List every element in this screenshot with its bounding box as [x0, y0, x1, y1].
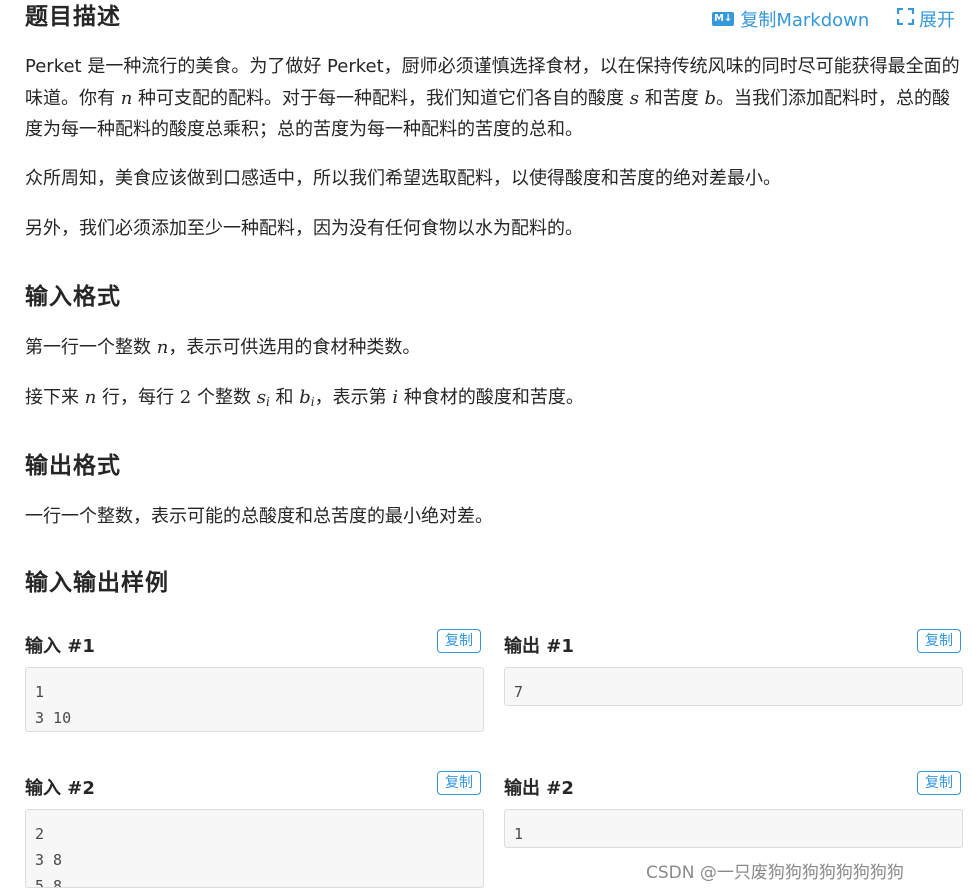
description-paragraph-2: 众所周知，美食应该做到口感适中，所以我们希望选取配料，以使得酸度和苦度的绝对差最… — [25, 168, 781, 189]
samples-title: 输入输出样例 — [25, 570, 169, 596]
output-format-text: 一行一个整数，表示可能的总酸度和总苦度的最小绝对差。 — [25, 506, 493, 527]
copy-sample-input-1-button[interactable]: 复制 — [437, 629, 481, 653]
copy-markdown-link[interactable]: M↓ 复制Markdown — [712, 6, 869, 32]
output-format-title: 输出格式 — [25, 453, 121, 479]
page-title: 题目描述 — [25, 4, 121, 30]
input-format-title: 输入格式 — [25, 284, 121, 310]
copy-sample-output-2-button[interactable]: 复制 — [917, 771, 961, 795]
csdn-watermark: CSDN @一只废狗狗狗狗狗狗狗狗 — [646, 863, 904, 883]
sample-input-2-label: 输入 #2 — [25, 778, 95, 799]
sample-output-1-label: 输出 #1 — [504, 636, 574, 657]
description-paragraph-3: 另外，我们必须添加至少一种配料，因为没有任何食物以水为配料的。 — [25, 218, 583, 239]
input-format-line-1: 第一行一个整数 n，表示可供选用的食材种类数。 — [25, 337, 421, 358]
sample-input-1-label: 输入 #1 — [25, 636, 95, 657]
sample-input-1-code[interactable]: 1 3 10 — [25, 667, 484, 732]
copy-markdown-label: 复制Markdown — [740, 10, 870, 31]
copy-sample-output-1-button[interactable]: 复制 — [917, 629, 961, 653]
markdown-icon: M↓ — [712, 12, 735, 26]
input-format-line-2: 接下来 n 行，每行 2 个整数 si 和 bi，表示第 i 种食材的酸度和苦度… — [25, 387, 584, 409]
copy-sample-input-2-button[interactable]: 复制 — [437, 771, 481, 795]
sample-output-2-code[interactable]: 1 — [504, 809, 963, 848]
expand-label: 展开 — [919, 10, 955, 31]
sample-output-1-code[interactable]: 7 — [504, 667, 963, 706]
expand-icon — [896, 7, 915, 30]
sample-output-2-label: 输出 #2 — [504, 778, 574, 799]
expand-link[interactable]: 展开 — [896, 6, 955, 32]
description-paragraph-1: Perket 是一种流行的美食。为了做好 Perket，厨师必须谨慎选择食材，以… — [25, 56, 960, 140]
sample-input-2-code[interactable]: 2 3 8 5 8 — [25, 809, 484, 888]
